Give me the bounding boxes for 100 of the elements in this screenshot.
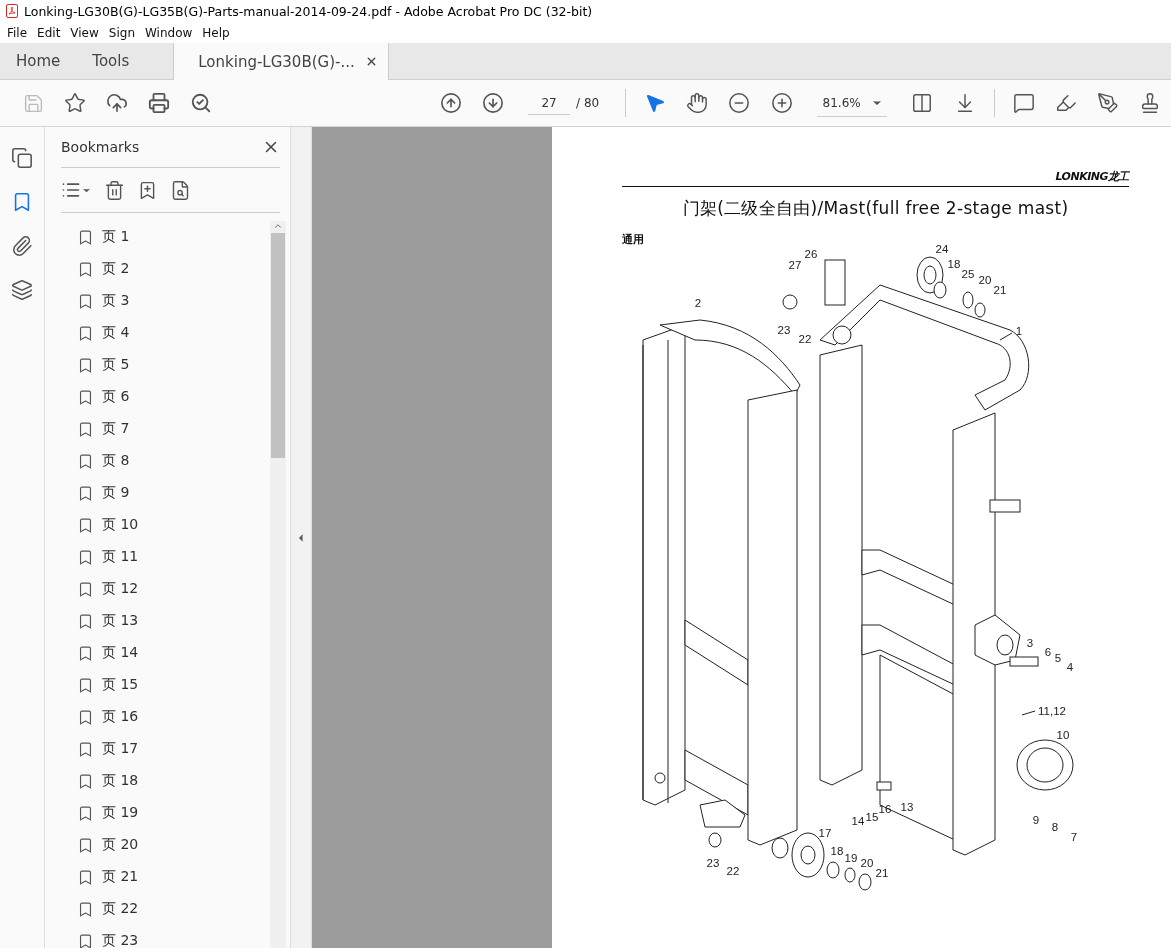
bookmark-icon	[77, 516, 94, 534]
part-number: 26	[804, 248, 818, 260]
delete-icon[interactable]	[104, 179, 125, 201]
part-number: 4	[1066, 661, 1074, 673]
page-note: 通用	[622, 232, 645, 247]
part-number: 21	[993, 284, 1007, 296]
bookmark-item[interactable]: 页 2	[77, 253, 270, 285]
page-total: / 80	[576, 96, 600, 110]
bookmark-item[interactable]: 页 7	[77, 413, 270, 445]
menu-item[interactable]: View	[65, 25, 104, 40]
find-bookmark-icon[interactable]	[170, 179, 191, 201]
part-number: 8	[1051, 821, 1059, 833]
zoom-out-icon[interactable]	[728, 91, 751, 115]
scroll-up-icon[interactable]	[273, 221, 283, 231]
logo: LONKING龙工	[1055, 169, 1129, 184]
bookmark-item[interactable]: 页 8	[77, 445, 270, 477]
menu-item[interactable]: Window	[140, 25, 198, 40]
bookmark-item[interactable]: 页 3	[77, 285, 270, 317]
part-number: 20	[978, 274, 992, 286]
bookmark-item[interactable]: 页 4	[77, 317, 270, 349]
bookmark-item[interactable]: 页 10	[77, 509, 270, 541]
part-number: 14	[851, 815, 865, 827]
part-number: 13	[900, 801, 914, 813]
bookmark-item[interactable]: 页 18	[77, 765, 270, 797]
menu-item[interactable]: Edit	[32, 25, 66, 40]
part-number: 2	[694, 297, 702, 309]
part-number: 6	[1044, 646, 1052, 658]
tab[interactable]: Tools	[76, 43, 146, 79]
options-icon[interactable]	[61, 180, 92, 200]
bookmark-item[interactable]: 页 21	[77, 861, 270, 893]
pages-icon[interactable]	[11, 147, 33, 169]
part-number: 9	[1032, 814, 1040, 826]
part-number: 10	[1056, 729, 1070, 741]
bookmark-icon	[77, 228, 94, 246]
pen-icon[interactable]	[1096, 91, 1119, 115]
bookmark-item[interactable]: 页 17	[77, 733, 270, 765]
printer-icon[interactable]	[148, 91, 171, 115]
bookmark-item[interactable]: 页 14	[77, 637, 270, 669]
bookmark-icon	[77, 420, 94, 438]
panel-title: Bookmarks	[61, 139, 140, 155]
tab[interactable]: Home	[0, 43, 77, 79]
bookmark-icon	[77, 676, 94, 694]
arrow-up-icon[interactable]	[439, 91, 462, 115]
bookmark-icon	[77, 932, 94, 948]
bookmark-icon	[77, 804, 94, 822]
bookmark-icon	[77, 836, 94, 854]
part-number: 5	[1054, 652, 1062, 664]
part-number: 23	[777, 324, 791, 336]
part-number: 17	[818, 827, 832, 839]
menu-item[interactable]: Sign	[103, 25, 140, 40]
part-number: 3	[1026, 637, 1034, 649]
bookmark-item[interactable]: 页 13	[77, 605, 270, 637]
page-number-field[interactable]: 27	[528, 91, 571, 115]
zoom-dropdown[interactable]: 81.6%	[816, 89, 888, 117]
star-icon[interactable]	[64, 91, 87, 115]
bookmark-icon	[77, 548, 94, 566]
comment-icon[interactable]	[1012, 91, 1035, 115]
part-number: 27	[788, 259, 802, 271]
layers-icon[interactable]	[11, 279, 33, 301]
part-number: 22	[798, 333, 812, 345]
part-number: 15	[865, 811, 879, 823]
tab[interactable]: Lonking-LG30B(G)-...	[173, 43, 389, 80]
bookmark-item[interactable]: 页 5	[77, 349, 270, 381]
cloud-upload-icon[interactable]	[106, 91, 129, 115]
page-title: 门架(二级全自由)/Mast(full free 2-stage mast)	[681, 197, 1070, 220]
zoom-in-icon[interactable]	[770, 91, 793, 115]
arrow-down-icon[interactable]	[481, 91, 505, 115]
part-number: 11,12	[1038, 705, 1066, 717]
part-number: 16	[878, 803, 892, 815]
bookmark-icon	[77, 388, 94, 406]
part-number: 18	[947, 258, 961, 270]
bookmark-item[interactable]: 页 6	[77, 381, 270, 413]
bookmark-icon	[77, 740, 94, 758]
bookmark-icon	[77, 868, 94, 886]
bookmark-item[interactable]: 页 19	[77, 797, 270, 829]
bookmark-item[interactable]: 页 23	[77, 925, 270, 948]
part-number: 25	[961, 268, 975, 280]
search-icon[interactable]	[190, 91, 213, 115]
bookmark-item[interactable]: 页 1	[77, 221, 270, 253]
part-number: 21	[875, 867, 889, 879]
bookmark-item[interactable]: 页 20	[77, 829, 270, 861]
bookmark-item[interactable]: 页 15	[77, 669, 270, 701]
bookmark-item[interactable]: 页 16	[77, 701, 270, 733]
bookmark-icon	[77, 580, 94, 598]
menu-item[interactable]: File	[2, 25, 33, 40]
bookmark-item[interactable]: 页 12	[77, 573, 270, 605]
bookmark-item[interactable]: 页 11	[77, 541, 270, 573]
bookmark-icon	[77, 260, 94, 278]
bookmark-icon	[77, 356, 94, 374]
bookmark-icon	[77, 708, 94, 726]
paperclip-icon[interactable]	[11, 235, 33, 257]
part-number: 19	[844, 852, 858, 864]
hand-icon[interactable]	[686, 91, 709, 115]
scrollbar[interactable]	[270, 221, 286, 948]
window-title: Lonking-LG30B(G)-LG35B(G)-Parts-manual-2014-09-24.pdf - Adobe Acrobat Pro DC (32-bit)	[24, 3, 593, 19]
bookmark-item[interactable]: 页 9	[77, 477, 270, 509]
fit-page-icon[interactable]	[911, 91, 934, 115]
bookmark-icon	[77, 644, 94, 662]
bookmark-item[interactable]: 页 22	[77, 893, 270, 925]
menu-item[interactable]: Help	[197, 25, 235, 40]
